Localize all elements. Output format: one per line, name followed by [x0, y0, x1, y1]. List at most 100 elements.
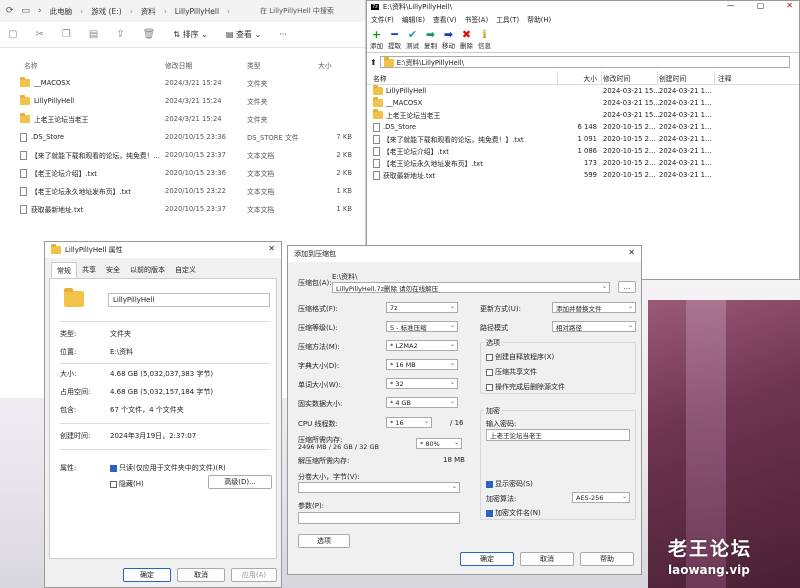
table-row[interactable]: LillyPillyHell 2024/3/21 15:24 文件夹 — [0, 92, 365, 110]
table-row[interactable]: __MACOSX 2024/3/21 15:24 文件夹 — [0, 74, 365, 92]
table-row[interactable]: 【老王论坛介绍】.txt 2020/10/15 23:36 文本文档 2 KB — [0, 164, 365, 182]
table-row[interactable]: 【来了就能下载和观看的论坛，纯免费！】.txt 1 091 2020-10-15 2… — [367, 133, 799, 145]
column-size[interactable]: 大小 — [318, 60, 352, 70]
add-button[interactable]: + 添加 — [370, 29, 383, 52]
share-icon[interactable]: ⇪ — [116, 29, 124, 40]
column-date[interactable]: 修改日期 — [165, 60, 192, 70]
table-row[interactable]: 【来了就能下载和观看的论坛，纯免费！... 2020/10/15 23:37 文本文… — [0, 146, 365, 164]
column-divider[interactable] — [601, 71, 602, 85]
extract-button[interactable]: ━ 提取 — [388, 29, 401, 52]
column-divider[interactable] — [714, 71, 715, 85]
close-icon[interactable]: ✕ — [628, 248, 635, 257]
close-icon[interactable]: ✕ — [268, 244, 275, 253]
menu-item[interactable]: 工具(T) — [496, 14, 519, 24]
table-row[interactable]: .DS_Store 2020/10/15 23:36 DS_STORE 文件 7 KB — [0, 128, 365, 146]
7zip-path-input[interactable]: E:\资料\LillyPillyHell\ — [379, 56, 790, 68]
delete-icon[interactable]: 🗑 — [143, 29, 156, 40]
view-button[interactable]: ▤ 查看 ⌄ — [226, 29, 261, 40]
word-select[interactable]: * 32 ⌄ — [386, 378, 458, 389]
shared-files-checkbox[interactable]: 压缩共享文件 — [486, 367, 537, 377]
tab-security[interactable]: 安全 — [101, 262, 125, 279]
dict-select[interactable]: * 16 MB ⌄ — [386, 359, 458, 370]
table-row[interactable]: 上老王论坛当老王 2024-03-21 15... 2024-03-21 1... — [367, 109, 799, 121]
column-name[interactable]: 名称 — [373, 73, 387, 83]
new-icon[interactable]: ▢ — [8, 29, 17, 40]
column-modified[interactable]: 修改时间 — [603, 73, 630, 83]
cancel-button[interactable]: 取消 — [520, 552, 574, 566]
password-input[interactable]: 上老王论坛当老王 — [486, 429, 630, 441]
update-select[interactable]: 添加并替换文件 ⌄ — [552, 302, 636, 313]
table-row[interactable]: 获取最新地址.txt 599 2020-10-15 2... 2024-03-21 1… — [367, 169, 799, 181]
info-button[interactable]: ℹ 信息 — [478, 29, 491, 52]
format-select[interactable]: 7z ⌄ — [386, 302, 458, 313]
column-type[interactable]: 类型 — [247, 60, 261, 70]
split-select[interactable]: ⌄ — [298, 482, 460, 493]
delete-button[interactable]: ✖ 删除 — [460, 29, 473, 52]
copy-icon[interactable]: ❐ — [62, 29, 71, 40]
options-button[interactable]: 选项 — [298, 534, 350, 548]
method-select[interactable]: * LZMA2 ⌄ — [386, 340, 458, 351]
column-note[interactable]: 注释 — [718, 73, 732, 83]
sfx-checkbox[interactable]: 创建自释放程序(X) — [486, 352, 554, 362]
apply-button[interactable]: 应用(A) — [231, 568, 277, 582]
ok-button[interactable]: 确定 — [460, 552, 514, 566]
solid-select[interactable]: * 4 GB ⌄ — [386, 397, 458, 408]
archive-name-combo[interactable]: LillyPillyHell.7z删除 请勿在线解压 ⌄ — [332, 282, 610, 293]
sort-button[interactable]: ⇅ 排序 ⌄ — [173, 29, 208, 40]
cancel-button[interactable]: 取消 — [177, 568, 225, 582]
menu-item[interactable]: 书签(A) — [465, 14, 489, 24]
browse-button[interactable]: ... — [618, 281, 636, 293]
folder-name-field[interactable]: LillyPillyHell — [108, 293, 270, 307]
table-row[interactable]: 上老王论坛当老王 2024/3/21 15:24 文件夹 — [0, 110, 365, 128]
minimize-icon[interactable]: — — [727, 1, 735, 10]
paste-icon[interactable]: ▤ — [89, 29, 98, 40]
readonly-checkbox[interactable]: 只读(仅应用于文件夹中的文件)(R) — [110, 463, 226, 473]
cut-icon[interactable]: ✂ — [35, 29, 43, 40]
table-row[interactable]: 【老王论坛介绍】.txt 1 086 2020-10-15 2... 2024-03-… — [367, 145, 799, 157]
table-row[interactable]: .DS_Store 6 148 2020-10-15 2... 2024-03-21 … — [367, 121, 799, 133]
path-mode-select[interactable]: 相对路径 ⌄ — [552, 321, 636, 332]
encrypt-names-checkbox[interactable]: 加密文件名(N) — [486, 508, 541, 518]
table-row[interactable]: LillyPillyHell 2024-03-21 15... 2024-03-21… — [367, 85, 799, 97]
move-button[interactable]: ➡ 移动 — [442, 29, 455, 52]
close-icon[interactable]: ✕ — [786, 1, 793, 10]
encryption-method-select[interactable]: AES-256 ⌄ — [572, 492, 630, 503]
table-row[interactable]: __MACOSX 2024-03-21 15... 2024-03-21 1... — [367, 97, 799, 109]
copy-button[interactable]: ➡ 复制 — [424, 29, 437, 52]
more-button[interactable]: ··· — [279, 30, 287, 39]
tab-general[interactable]: 常规 — [51, 262, 77, 279]
params-input[interactable] — [298, 512, 460, 524]
advanced-button[interactable]: 高级(D)... — [208, 475, 272, 489]
column-created[interactable]: 创建时间 — [659, 73, 686, 83]
table-row[interactable]: 获取最新地址.txt 2020/10/15 23:37 文本文档 1 KB — [0, 200, 365, 218]
maximize-icon[interactable]: ▢ — [757, 1, 765, 10]
table-row[interactable]: 【老王论坛永久地址发布页】.txt 173 2020-10-15 2... 2024-… — [367, 157, 799, 169]
ok-button[interactable]: 确定 — [123, 568, 171, 582]
breadcrumb-item[interactable]: 资料 — [141, 6, 156, 17]
help-button[interactable]: 帮助 — [580, 552, 634, 566]
breadcrumb-item[interactable]: LillyPillyHell — [175, 7, 219, 16]
search-input[interactable]: 在 LillyPillyHell 中搜索 — [260, 6, 340, 16]
column-name[interactable]: 名称 — [24, 60, 38, 70]
menu-item[interactable]: 文件(F) — [371, 14, 394, 24]
menu-item[interactable]: 帮助(H) — [527, 14, 551, 24]
test-button[interactable]: ✔ 测试 — [406, 29, 419, 52]
delete-source-checkbox[interactable]: 操作完成后删除源文件 — [486, 382, 565, 392]
refresh-icon[interactable]: ⟳ — [6, 6, 14, 16]
tab-customize[interactable]: 自定义 — [170, 262, 201, 279]
level-select[interactable]: 5 - 标准压缩 ⌄ — [386, 321, 458, 332]
tab-sharing[interactable]: 共享 — [77, 262, 101, 279]
breadcrumb-item[interactable]: 游戏 (E:) — [91, 6, 122, 17]
breadcrumb-item[interactable]: 此电脑 — [50, 6, 73, 17]
show-password-checkbox[interactable]: 显示密码(S) — [486, 479, 533, 489]
tab-previous-versions[interactable]: 以前的版本 — [125, 262, 170, 279]
column-size[interactable]: 大小 — [563, 73, 597, 83]
menu-item[interactable]: 查看(V) — [433, 14, 457, 24]
column-divider[interactable] — [657, 71, 658, 85]
up-folder-icon[interactable]: ⬆ — [370, 58, 377, 67]
hidden-checkbox[interactable]: 隐藏(H) — [110, 479, 144, 489]
threads-select[interactable]: * 16 ⌄ — [386, 417, 432, 428]
menu-item[interactable]: 编辑(E) — [402, 14, 425, 24]
table-row[interactable]: 【老王论坛永久地址发布页】.txt 2020/10/15 23:22 文本文档 1 K… — [0, 182, 365, 200]
memory-usage-select[interactable]: * 80% ⌄ — [416, 438, 462, 449]
